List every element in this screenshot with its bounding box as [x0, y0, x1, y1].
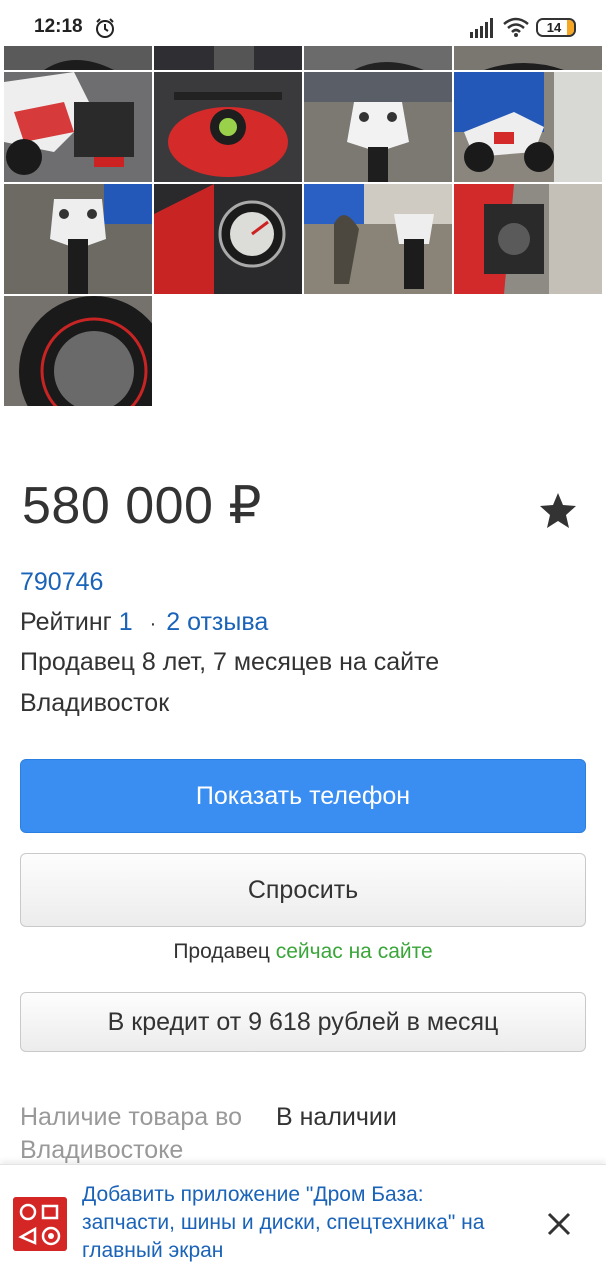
photo-thumbnail[interactable]	[304, 184, 452, 294]
seller-status-prefix: Продавец	[173, 940, 270, 963]
status-time: 12:18	[34, 16, 83, 37]
credit-button[interactable]: В кредит от 9 618 рублей в месяц	[20, 992, 586, 1052]
alarm-icon	[96, 18, 114, 38]
availability-label: Наличие товара во Владивостоке	[20, 1103, 242, 1164]
rating-value-link[interactable]: 1	[119, 608, 133, 636]
photo-thumbnail[interactable]	[304, 72, 452, 182]
seller-since: Продавец 8 лет, 7 месяцев на сайте	[20, 648, 440, 676]
photo-gallery	[0, 46, 606, 408]
seller-id-link[interactable]: 790746	[20, 568, 103, 597]
rating-separator: ·	[149, 613, 157, 635]
drom-baza-logo-icon	[13, 1197, 67, 1251]
show-phone-button[interactable]: Показать телефон	[20, 759, 586, 833]
battery-level: 14	[546, 20, 562, 35]
seller-online-status: Продавец сейчас на сайте	[0, 940, 606, 964]
app-install-banner[interactable]: Добавить приложение "Дром База: запчасти…	[0, 1164, 606, 1281]
photo-thumbnail[interactable]	[454, 184, 602, 294]
availability-value: В наличии	[276, 1103, 397, 1131]
photo-thumbnail[interactable]	[4, 296, 152, 406]
close-icon[interactable]	[544, 1209, 574, 1239]
battery-icon: 14	[536, 18, 576, 37]
reviews-link[interactable]: 2 отзыва	[166, 608, 268, 636]
listing-price: 580 000 ₽	[22, 477, 262, 535]
app-banner-text[interactable]: Добавить приложение "Дром База: запчасти…	[82, 1181, 522, 1265]
photo-thumbnail[interactable]	[154, 72, 302, 182]
status-bar: 12:18 14	[0, 0, 606, 46]
photo-thumbnail[interactable]	[454, 72, 602, 182]
signal-icon	[470, 18, 493, 38]
favorite-star-icon[interactable]	[538, 490, 578, 530]
photo-thumbnail[interactable]	[154, 184, 302, 294]
ask-seller-button[interactable]: Спросить	[20, 853, 586, 927]
seller-city: Владивосток	[20, 689, 170, 717]
seller-rating: Рейтинг 1 · 2 отзыва	[20, 608, 268, 637]
photo-thumbnail[interactable]	[154, 46, 302, 70]
rating-label: Рейтинг	[20, 608, 112, 636]
wifi-icon	[503, 17, 529, 37]
photo-thumbnail[interactable]	[4, 72, 152, 182]
photo-thumbnail[interactable]	[4, 184, 152, 294]
photo-thumbnail[interactable]	[304, 46, 452, 70]
seller-online-text: сейчас на сайте	[275, 940, 433, 963]
photo-thumbnail[interactable]	[454, 46, 602, 70]
photo-thumbnail[interactable]	[4, 46, 152, 70]
